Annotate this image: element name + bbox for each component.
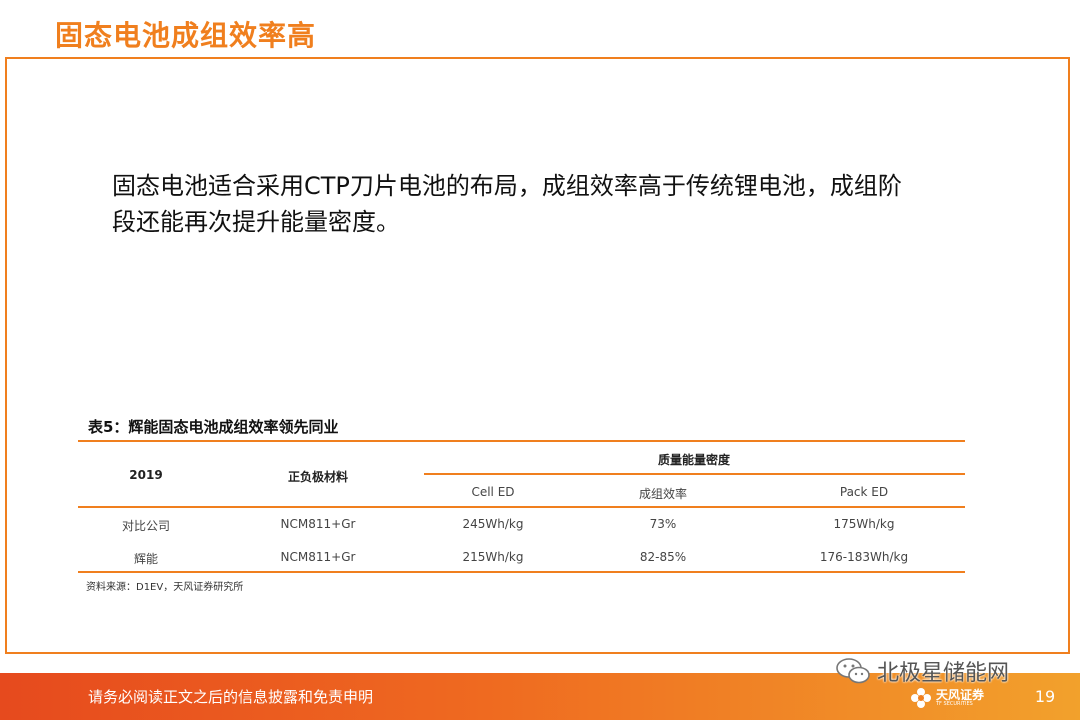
- row-efficiency: 82-85%: [639, 550, 687, 564]
- header-pack-ed: Pack ED: [839, 485, 889, 499]
- header-energy-density-group: 质量能量密度: [657, 453, 731, 467]
- content-frame: [5, 57, 1070, 654]
- table-caption: 表5：辉能固态电池成组效率领先同业: [88, 418, 339, 436]
- row-name: 对比公司: [121, 519, 171, 533]
- row-material: NCM811+Gr: [280, 517, 356, 531]
- table-bottom-rule: [78, 571, 965, 573]
- company-logo: 天风证券 TF SECURITIES: [910, 687, 984, 709]
- header-year: 2019: [129, 468, 163, 482]
- table-source-note: 资料来源：D1EV，天风证券研究所: [86, 582, 244, 593]
- logo-name: 天风证券: [936, 688, 985, 702]
- row-efficiency: 73%: [649, 517, 677, 531]
- disclaimer-text: 请务必阅读正文之后的信息披露和免责申明: [88, 688, 374, 706]
- row-pack-ed: 176-183Wh/kg: [819, 550, 909, 564]
- header-material: 正负极材料: [287, 470, 349, 484]
- header-bottom-rule: [78, 506, 965, 508]
- logo-subtitle: TF SECURITIES: [936, 701, 973, 707]
- row-pack-ed: 175Wh/kg: [833, 517, 895, 531]
- row-cell-ed: 215Wh/kg: [462, 550, 524, 564]
- logo-flower-icon: [911, 688, 931, 708]
- watermark-text: 北极星储能网: [877, 661, 1010, 686]
- page-title: 固态电池成组效率高: [55, 19, 317, 52]
- row-material: NCM811+Gr: [280, 550, 356, 564]
- watermark: 北极星储能网: [835, 656, 1009, 686]
- group-header-rule: [424, 473, 965, 475]
- header-efficiency: 成组效率: [638, 487, 688, 501]
- row-name: 辉能: [133, 552, 159, 566]
- page-number: 19: [1034, 687, 1056, 706]
- wechat-icon: [836, 658, 870, 684]
- body-paragraph: 固态电池适合采用CTP刀片电池的布局，成组效率高于传统锂电池，成组阶段还能再次提…: [112, 172, 902, 236]
- header-cell-ed: Cell ED: [471, 485, 515, 499]
- row-cell-ed: 245Wh/kg: [462, 517, 524, 531]
- table-top-rule: [78, 440, 965, 442]
